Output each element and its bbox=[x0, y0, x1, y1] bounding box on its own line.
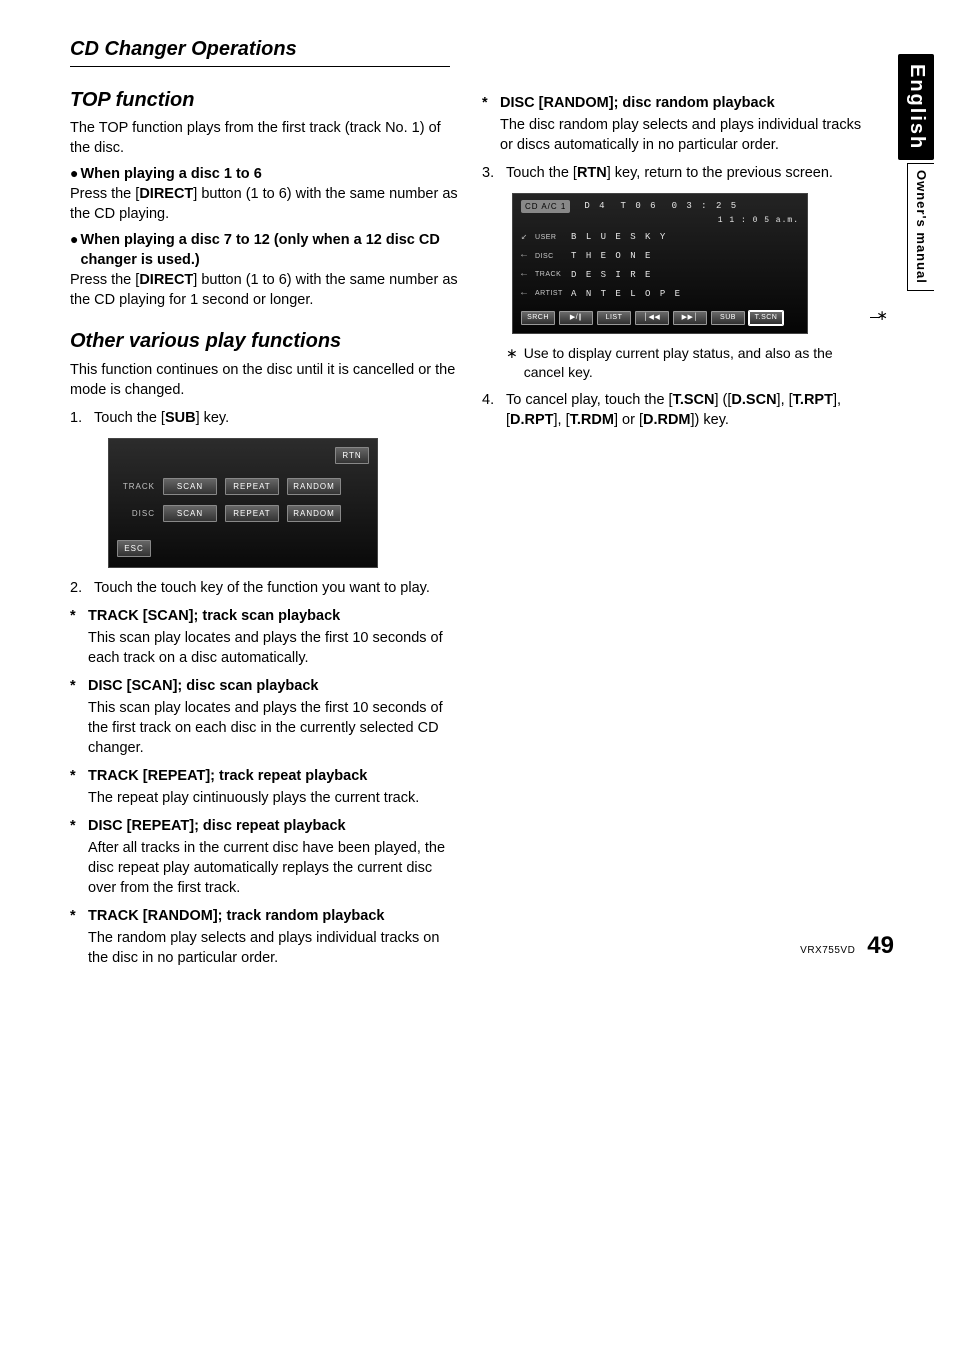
disc-repeat-key[interactable]: REPEAT bbox=[225, 505, 279, 522]
right-column: * DISC [RANDOM]; disc random playback Th… bbox=[482, 85, 870, 968]
play-screen-screenshot: CD A/C 1 D 4 T 0 6 0 3 : 2 5 1 1 : 0 5 a… bbox=[512, 193, 870, 334]
subhead-disc-7-12: ● When playing a disc 7 to 12 (only when… bbox=[70, 230, 458, 270]
item-disc-random: * DISC [RANDOM]; disc random playback Th… bbox=[482, 93, 870, 155]
owners-manual-tab: Owner's manual bbox=[907, 163, 934, 291]
prev-key[interactable]: │◀◀ bbox=[635, 311, 669, 325]
track-number: T 0 6 bbox=[621, 200, 658, 212]
row-label-disc: DISC bbox=[117, 508, 155, 519]
step-1: 1. Touch the [SUB] key. bbox=[70, 408, 458, 428]
other-functions-para: This function continues on the disc unti… bbox=[70, 360, 458, 400]
top-function-para: The TOP function plays from the first tr… bbox=[70, 118, 458, 158]
track-random-key[interactable]: RANDOM bbox=[287, 478, 341, 495]
item-desc: The repeat play cintinuously plays the c… bbox=[88, 788, 458, 808]
user-tag: USER bbox=[535, 233, 565, 243]
item-head: DISC [REPEAT]; disc repeat playback bbox=[88, 816, 458, 836]
step-number: 2. bbox=[70, 578, 84, 598]
esc-key[interactable]: ESC bbox=[117, 540, 151, 557]
asterisk-icon: * bbox=[70, 906, 80, 968]
sub-menu-screenshot: RTN TRACK SCAN REPEAT RANDOM DISC SCAN R… bbox=[108, 438, 458, 568]
item-head: DISC [SCAN]; disc scan playback bbox=[88, 676, 458, 696]
item-track-repeat: * TRACK [REPEAT]; track repeat playback … bbox=[70, 766, 458, 808]
user-value: B L U E S K Y bbox=[571, 231, 667, 243]
item-head: DISC [RANDOM]; disc random playback bbox=[500, 93, 870, 113]
disc-7-12-para: Press the [DIRECT] button (1 to 6) with … bbox=[70, 270, 458, 310]
left-arrow-icon: ← bbox=[521, 249, 529, 263]
left-column: TOP function The TOP function plays from… bbox=[70, 85, 458, 968]
step-body: Touch the [SUB] key. bbox=[94, 408, 458, 428]
item-desc: After all tracks in the current disc hav… bbox=[88, 838, 458, 898]
step-number: 4. bbox=[482, 390, 496, 430]
subhead-text: When playing a disc 7 to 12 (only when a… bbox=[80, 230, 458, 270]
step-4: 4. To cancel play, touch the [T.SCN] ([D… bbox=[482, 390, 870, 430]
subhead-disc-1-6: ● When playing a disc 1 to 6 bbox=[70, 164, 458, 184]
elapsed-time: 0 3 : 2 5 bbox=[672, 200, 739, 212]
item-track-random: * TRACK [RANDOM]; track random playback … bbox=[70, 906, 458, 968]
lang-tab-english: English bbox=[898, 54, 934, 160]
item-desc: The random play selects and plays indivi… bbox=[88, 928, 458, 968]
disc-value: T H E O N E bbox=[571, 250, 652, 262]
chapter-title: CD Changer Operations bbox=[70, 36, 450, 67]
step-body: Touch the [RTN] key, return to the previ… bbox=[506, 163, 870, 183]
step-body: To cancel play, touch the [T.SCN] ([D.SC… bbox=[506, 390, 870, 430]
disc-scan-key[interactable]: SCAN bbox=[163, 505, 217, 522]
row-label-track: TRACK bbox=[117, 481, 155, 492]
step-number: 3. bbox=[482, 163, 496, 183]
asterisk-icon: ∗ bbox=[506, 344, 518, 383]
section-top-function: TOP function bbox=[70, 87, 458, 115]
list-key[interactable]: LIST bbox=[597, 311, 631, 325]
note-text: Use to display current play status, and … bbox=[524, 344, 870, 383]
play-pause-key[interactable]: ▶/∥ bbox=[559, 311, 593, 325]
item-desc: The disc random play selects and plays i… bbox=[500, 115, 870, 155]
callout-note: ∗ Use to display current play status, an… bbox=[506, 344, 870, 383]
left-arrow-icon: ← bbox=[521, 287, 529, 301]
item-head: TRACK [SCAN]; track scan playback bbox=[88, 606, 458, 626]
artist-value: A N T E L O P E bbox=[571, 288, 682, 300]
clock-time: 1 1 : 0 5 a.m. bbox=[521, 215, 799, 226]
tscn-key[interactable]: T.SCN bbox=[749, 311, 783, 325]
track-repeat-key[interactable]: REPEAT bbox=[225, 478, 279, 495]
disc-1-6-para: Press the [DIRECT] button (1 to 6) with … bbox=[70, 184, 458, 224]
asterisk-icon: * bbox=[482, 93, 492, 155]
left-arrow-icon: ← bbox=[521, 268, 529, 282]
artist-tag: ARTIST bbox=[535, 289, 565, 299]
step-body: Touch the touch key of the function you … bbox=[94, 578, 458, 598]
item-head: TRACK [RANDOM]; track random playback bbox=[88, 906, 458, 926]
asterisk-icon: * bbox=[70, 676, 80, 758]
left-arrow-icon: ↙ bbox=[521, 231, 529, 245]
track-value: D E S I R E bbox=[571, 269, 652, 281]
srch-key[interactable]: SRCH bbox=[521, 311, 555, 325]
callout-asterisk-icon: ∗ bbox=[876, 306, 888, 325]
bullet-icon: ● bbox=[70, 230, 78, 270]
item-track-scan: * TRACK [SCAN]; track scan playback This… bbox=[70, 606, 458, 668]
disc-tag: DISC bbox=[535, 252, 565, 262]
side-tabs: English Owner's manual bbox=[898, 54, 934, 291]
footer: VRX755VD 49 bbox=[800, 929, 894, 962]
asterisk-icon: * bbox=[70, 606, 80, 668]
disc-random-key[interactable]: RANDOM bbox=[287, 505, 341, 522]
model-number: VRX755VD bbox=[800, 944, 855, 958]
next-key[interactable]: ▶▶│ bbox=[673, 311, 707, 325]
rtn-key[interactable]: RTN bbox=[335, 447, 369, 464]
bullet-icon: ● bbox=[70, 164, 78, 184]
item-disc-repeat: * DISC [REPEAT]; disc repeat playback Af… bbox=[70, 816, 458, 898]
subhead-text: When playing a disc 1 to 6 bbox=[80, 164, 261, 184]
source-badge: CD A/C 1 bbox=[521, 200, 570, 213]
step-3: 3. Touch the [RTN] key, return to the pr… bbox=[482, 163, 870, 183]
item-desc: This scan play locates and plays the fir… bbox=[88, 698, 458, 758]
track-scan-key[interactable]: SCAN bbox=[163, 478, 217, 495]
step-2: 2. Touch the touch key of the function y… bbox=[70, 578, 458, 598]
disc-number: D 4 bbox=[584, 200, 606, 212]
step-number: 1. bbox=[70, 408, 84, 428]
section-other-functions: Other various play functions bbox=[70, 328, 458, 356]
sub-key[interactable]: SUB bbox=[711, 311, 745, 325]
item-head: TRACK [REPEAT]; track repeat playback bbox=[88, 766, 458, 786]
item-disc-scan: * DISC [SCAN]; disc scan playback This s… bbox=[70, 676, 458, 758]
track-tag: TRACK bbox=[535, 270, 565, 280]
page-number: 49 bbox=[867, 929, 894, 962]
asterisk-icon: * bbox=[70, 766, 80, 808]
asterisk-icon: * bbox=[70, 816, 80, 898]
item-desc: This scan play locates and plays the fir… bbox=[88, 628, 458, 668]
